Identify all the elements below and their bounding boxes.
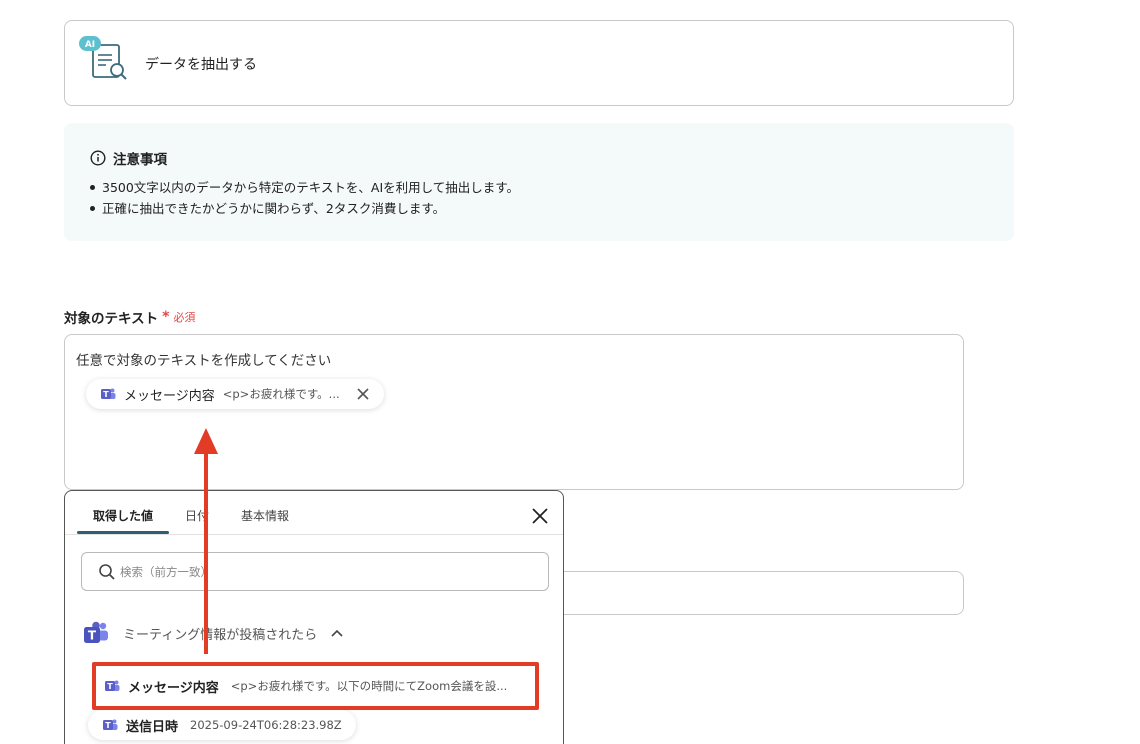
picker-tabs: 取得した値 日付 基本情報 xyxy=(65,491,563,535)
svg-text:T: T xyxy=(107,682,113,691)
teams-icon: T xyxy=(105,680,120,691)
close-icon[interactable] xyxy=(356,387,370,401)
notice-item: 正確に抽出できたかどうかに関わらず、2タスク消費します。 xyxy=(90,198,519,219)
chip-name: メッセージ内容 xyxy=(124,388,215,404)
item-name: メッセージ内容 xyxy=(128,680,219,696)
search-icon xyxy=(99,564,115,580)
action-card[interactable]: AI データを抽出する xyxy=(64,20,1014,106)
teams-icon: T xyxy=(103,719,118,730)
variable-picker-panel: 取得した値 日付 基本情報 T ミーティング情報が投稿されたら xyxy=(64,490,564,744)
tab-basic-info[interactable]: 基本情報 xyxy=(241,507,289,524)
list-item-message-content[interactable]: T メッセージ内容 <p>お疲れ様です。以下の時間にてZoom会議を設... xyxy=(94,671,530,701)
search-box[interactable] xyxy=(81,552,549,591)
list-item-send-datetime[interactable]: T 送信日時 2025-09-24T06:28:23.98Z xyxy=(88,710,356,740)
svg-text:T: T xyxy=(88,629,97,643)
action-label: データを抽出する xyxy=(145,57,257,73)
ai-badge: AI xyxy=(85,40,95,50)
required-star: * xyxy=(162,309,170,325)
inserted-variable-chip[interactable]: T メッセージ内容 <p>お疲れ様です。... xyxy=(86,379,384,409)
arrow-up-icon xyxy=(194,428,218,654)
ai-document-search-icon: AI xyxy=(79,36,127,80)
notice-title: 注意事項 xyxy=(90,148,167,168)
active-tab-indicator xyxy=(77,531,169,534)
notice-box: 注意事項 3500文字以内のデータから特定のテキストを、AIを利用して抽出します… xyxy=(64,123,1014,241)
chevron-up-icon[interactable] xyxy=(331,629,343,637)
teams-icon: T xyxy=(84,621,108,643)
svg-text:T: T xyxy=(105,721,111,730)
notice-list: 3500文字以内のデータから特定のテキストを、AIを利用して抽出します。 正確に… xyxy=(90,177,519,219)
target-text-label: 対象のテキスト * 必須 xyxy=(64,309,196,327)
item-value: <p>お疲れ様です。以下の時間にてZoom会議を設... xyxy=(230,679,508,693)
close-icon[interactable] xyxy=(531,507,549,525)
chip-value: <p>お疲れ様です。... xyxy=(222,387,340,401)
target-text-value: 任意で対象のテキストを作成してください xyxy=(76,353,332,369)
svg-text:T: T xyxy=(103,390,109,399)
item-value: 2025-09-24T06:28:23.98Z xyxy=(190,718,342,732)
tab-acquired-values[interactable]: 取得した値 xyxy=(93,507,153,524)
info-icon xyxy=(90,150,106,166)
teams-icon: T xyxy=(101,388,116,399)
required-text: 必須 xyxy=(173,311,196,324)
item-name: 送信日時 xyxy=(126,719,179,735)
notice-item: 3500文字以内のデータから特定のテキストを、AIを利用して抽出します。 xyxy=(90,177,519,198)
search-input[interactable] xyxy=(120,561,530,583)
next-field-input[interactable] xyxy=(560,571,964,615)
